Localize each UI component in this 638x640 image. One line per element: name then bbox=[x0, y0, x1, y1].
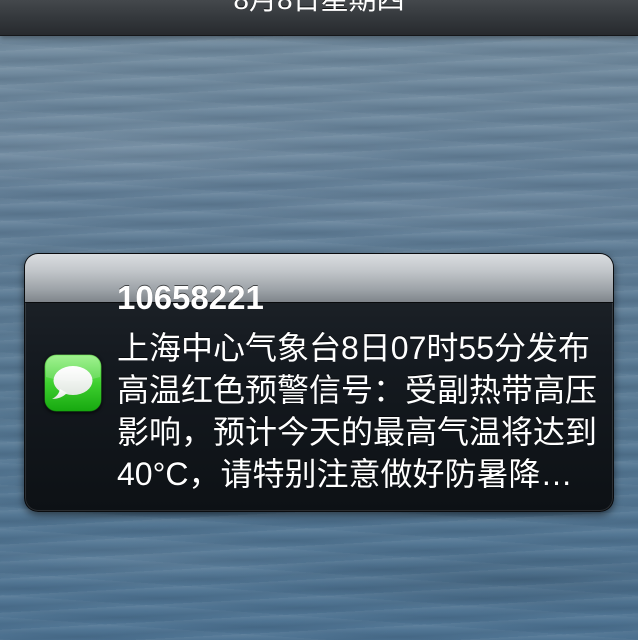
notification-message: 上海中心气象台8日07时55分发布 高温红色预警信号：受副热带高压 影响，预计今… bbox=[117, 327, 607, 495]
message-line: 高温红色预警信号：受副热带高压 bbox=[117, 372, 598, 408]
messages-icon bbox=[44, 354, 102, 412]
date-bar: 8月8日星期四 bbox=[0, 0, 638, 36]
message-line: 40°C，请特别注意做好防暑降… bbox=[117, 456, 573, 492]
message-line: 上海中心气象台8日07时55分发布 bbox=[117, 330, 590, 366]
notification-sender: 10658221 bbox=[117, 279, 264, 316]
lock-screen-date: 8月8日星期四 bbox=[0, 0, 638, 15]
lock-screen: 8月8日星期四 bbox=[0, 0, 638, 640]
notification-card[interactable]: 10658221 上海中心气象台8日07时55分发布 高温红色预警信号：受副热带… bbox=[24, 253, 614, 512]
message-line: 影响，预计今天的最高气温将达到 bbox=[117, 414, 598, 450]
notification-gloss bbox=[25, 254, 613, 302]
